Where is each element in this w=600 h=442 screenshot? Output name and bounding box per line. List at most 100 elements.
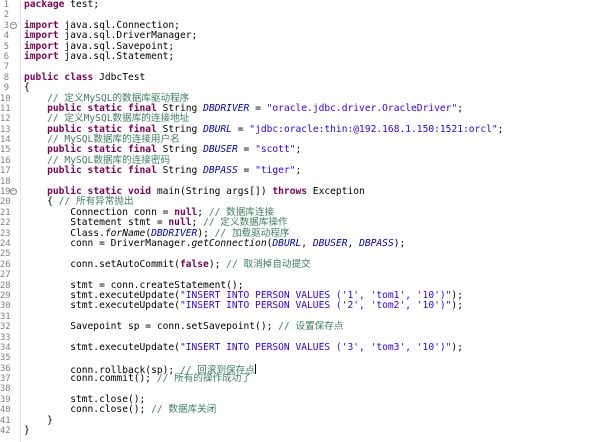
code-token: ); [451, 289, 463, 301]
code-token: conn.setAutoCommit( [24, 258, 180, 270]
line-number: 31 [0, 311, 11, 322]
code-token: stmt.executeUpdate( [24, 289, 180, 301]
code-token: DBPASS [359, 237, 394, 249]
code-line[interactable]: 35 [0, 353, 600, 363]
code-token: String [156, 165, 204, 177]
code-token: import [24, 30, 59, 42]
code-token: DBUSER [312, 237, 348, 249]
code-line[interactable]: 17 public static final String DBPASS = "… [0, 166, 600, 177]
line-number: 24 [0, 238, 11, 249]
code-token: // 定义数据库操作 [203, 217, 288, 229]
code-line[interactable]: 41 } [0, 414, 600, 426]
code-token: conn.commit(); [24, 373, 157, 385]
code-token: } [24, 414, 53, 426]
code-line[interactable]: 40 conn.close(); // 数据库关闭 [0, 405, 600, 416]
code-line[interactable]: 34 stmt.executeUpdate("INSERT INTO PERSO… [0, 341, 600, 353]
code-token: ); [197, 227, 215, 239]
text-caret [254, 363, 256, 374]
code-token: forName [104, 227, 146, 239]
code-token: false [179, 258, 209, 270]
code-line[interactable]: 6 import java.sql.Statement; [0, 50, 600, 62]
line-number: 27 [0, 270, 11, 281]
code-token: import [24, 40, 59, 52]
code-text: public class JdbcTest [24, 71, 146, 83]
fold-collapse-icon[interactable]: − [10, 188, 17, 196]
code-token: = [237, 144, 256, 156]
code-token: = [237, 165, 256, 177]
code-text: import java.sql.Statement; [24, 50, 175, 62]
code-token: = [249, 102, 267, 114]
line-number: 33 [0, 332, 11, 343]
code-text: package test; [24, 0, 99, 10]
line-number: 34 [0, 342, 11, 353]
line-number: 6 [3, 51, 9, 62]
code-token: "tiger" [255, 165, 296, 177]
line-number: 26 [0, 259, 11, 270]
line-number: 2 [3, 10, 9, 21]
code-line[interactable]: 8 public class JdbcTest [0, 71, 600, 83]
code-token: { [24, 196, 59, 208]
code-line[interactable]: 30 stmt.executeUpdate("INSERT INTO PERSO… [0, 300, 600, 312]
code-token: test; [64, 0, 100, 10]
code-line[interactable]: 32 Savepoint sp = conn.setSavepoint(); /… [0, 321, 600, 332]
line-number: 18 [0, 176, 11, 187]
code-token: DBDRIVER [203, 102, 250, 114]
code-token: ); [451, 341, 463, 353]
code-token: ; [295, 165, 302, 177]
line-number: 17 [0, 166, 11, 177]
code-token: "INSERT INTO PERSON VALUES ('1', 'tom1',… [179, 289, 452, 301]
code-token: "INSERT INTO PERSON VALUES ('3', 'tom3',… [179, 341, 452, 353]
code-token: ; [191, 217, 204, 229]
code-text: conn = DriverManager.getConnection(DBURL… [24, 237, 406, 249]
line-number: 37 [0, 374, 11, 385]
line-number: 42 [0, 426, 11, 437]
code-token: } [24, 425, 30, 437]
code-token: "oracle.jdbc.driver.OracleDriver" [266, 102, 458, 114]
code-editor[interactable]: 1 package test; 2 3− import java.sql.Connect… [0, 0, 600, 442]
line-number: 7 [3, 62, 9, 73]
code-token: DBPASS [203, 165, 238, 177]
line-number: 4 [3, 31, 9, 42]
line-number: 21 [0, 207, 11, 218]
code-token: java.sql.Statement; [58, 50, 175, 62]
code-text: public static final String DBPASS = "tig… [24, 166, 301, 176]
line-number: 35 [0, 353, 11, 364]
code-text: Savepoint sp = conn.setSavepoint(); // 设… [24, 321, 343, 332]
code-token: = [231, 123, 250, 135]
line-number: 39 [0, 394, 11, 405]
code-token: "INSERT INTO PERSON VALUES ('2', 'tom2',… [179, 300, 452, 312]
code-token: import [24, 50, 59, 62]
code-token: JdbcTest [93, 71, 146, 83]
line-number: 28 [0, 280, 11, 291]
code-token: "jdbc:oracle:thin:@192.168.1.150:1521:or… [249, 123, 498, 135]
code-text: conn.setAutoCommit(false); // 取消掉自动提交 [24, 258, 310, 270]
code-token: stmt.executeUpdate( [24, 341, 180, 353]
code-line[interactable]: 26 conn.setAutoCommit(false); // 取消掉自动提交 [0, 258, 600, 270]
line-number: 14 [0, 135, 11, 146]
code-lines: 1 package test; 2 3− import java.sql.Connect… [0, 0, 600, 436]
code-line[interactable]: 37 conn.commit(); // 所有的操作成功了 [0, 373, 600, 385]
code-token: main(String args[]) [151, 186, 273, 198]
code-token: // 定义MySQL数据库的连接地址 [47, 113, 190, 125]
code-token: ); [393, 237, 406, 249]
code-token: "scott" [255, 144, 296, 156]
code-token: stmt.executeUpdate( [24, 300, 180, 312]
code-line[interactable]: 24 conn = DriverManager.getConnection(DB… [0, 237, 600, 249]
line-number: 30 [0, 301, 11, 312]
code-token: Class. [24, 227, 105, 239]
code-line[interactable]: 42} [0, 425, 600, 437]
code-token: ; [295, 144, 302, 156]
line-number: 15 [0, 145, 11, 156]
code-text: } [24, 425, 30, 437]
line-number: 10 [0, 93, 11, 104]
code-token: , [301, 237, 313, 249]
code-token: // 加载驱动程序 [214, 227, 290, 239]
fold-collapse-icon[interactable]: − [10, 21, 17, 29]
code-token: conn = DriverManager. [24, 237, 192, 249]
line-number: 25 [0, 249, 11, 260]
code-token: package [24, 0, 65, 10]
code-line[interactable]: 1 package test; [0, 0, 600, 10]
code-token: { [24, 82, 30, 94]
